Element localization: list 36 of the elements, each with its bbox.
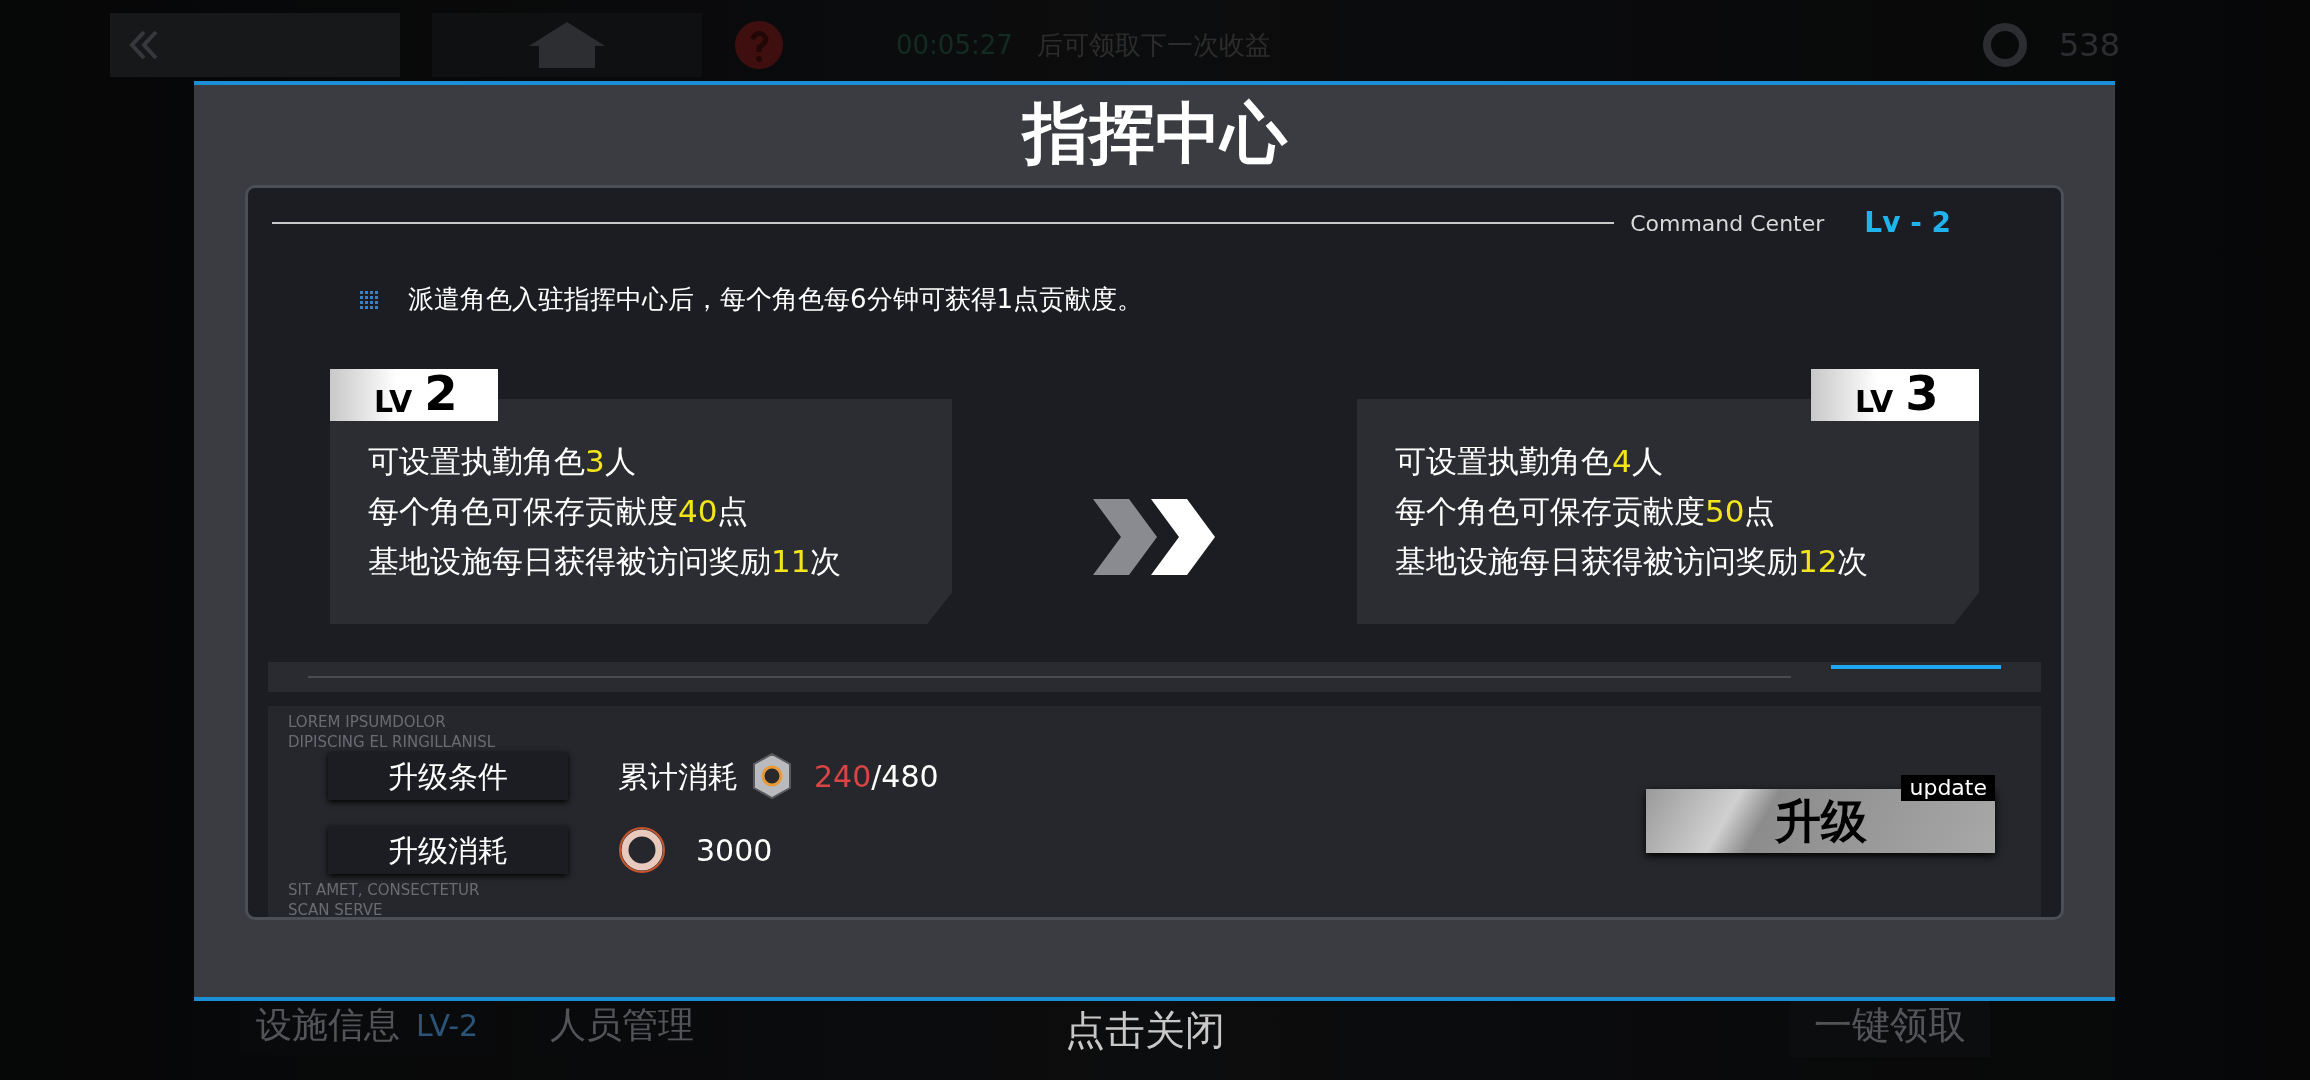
double-chevron-icon [1092,499,1217,575]
update-tag: update [1901,775,1995,802]
tab-level: LV-2 [416,1006,479,1045]
level-benefit-text: 可设置执勤角色3人 [368,442,637,481]
level-number: 2 [424,369,458,417]
back-button[interactable] [110,13,400,77]
requirement-caption: 累计消耗 [618,757,738,796]
tab-label: 人员管理 [550,1003,695,1047]
decorative-text: LOREM IPSUMDOLOR [288,711,447,732]
tab-label: 设施信息 [256,1003,400,1047]
cost-amount: 3000 [696,831,773,870]
ring-token-icon [618,826,666,875]
ring-coin-icon [1982,23,2027,67]
decorative-text: SIT AMET, CONSECTETUR [288,879,481,900]
level-prefix: LV [1855,387,1894,417]
level-benefit-text: 每个角色可保存贡献度50点 [1395,492,1777,531]
decorative-text: SCAN SERVE [288,899,384,920]
dot-grid-icon [360,290,378,309]
dismiss-hint: 点击关闭 [1065,1010,1225,1050]
home-button[interactable] [432,13,702,77]
facility-level: Lv - 2 [1864,205,1951,241]
level-benefit-text: 可设置执勤角色4人 [1395,442,1664,481]
level-prefix: LV [374,387,413,417]
gear-nut-icon [750,752,794,801]
requirement-label: 升级条件 [328,752,568,801]
facility-description: 派遣角色入驻指挥中心后，每个角色每6分钟可获得1点贡献度。 [408,283,1144,316]
requirement-label: 升级消耗 [328,826,568,875]
progress-count: 240/480 [814,757,939,796]
facility-subtitle: Command Center [1630,209,1825,238]
home-icon [527,20,607,70]
level-number: 3 [1905,369,1939,417]
help-icon[interactable] [734,20,784,70]
level-benefit-text: 每个角色可保存贡献度40点 [368,492,750,531]
decorative-text: DIPISCING EL RINGILLANISL [288,731,496,752]
level-benefit-text: 基地设施每日获得被访问奖励11次 [368,542,843,581]
level-benefit-text: 基地设施每日获得被访问奖励12次 [1395,542,1870,581]
